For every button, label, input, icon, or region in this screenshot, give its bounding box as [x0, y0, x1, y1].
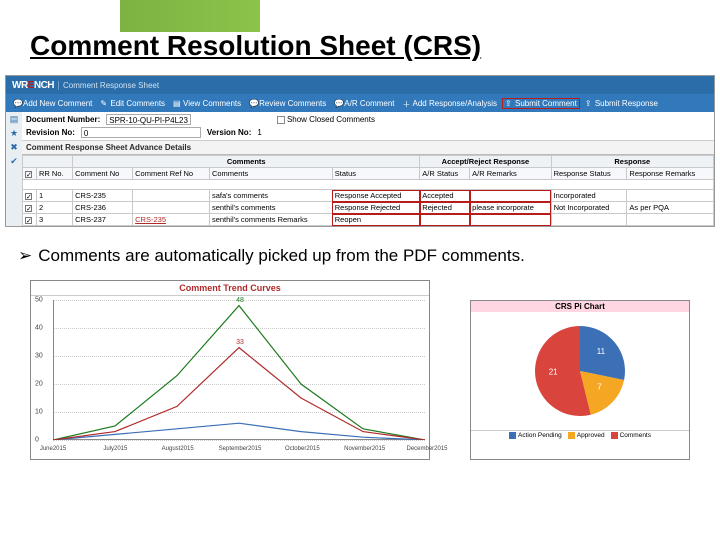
- col-group-blank: [23, 156, 73, 168]
- version-value: 1: [257, 128, 261, 137]
- doc-num-label: Document Number:: [26, 115, 100, 124]
- speech-icon: 💬: [249, 99, 257, 107]
- speech-icon: 💬: [13, 99, 21, 107]
- list-icon: ▤: [173, 99, 181, 107]
- col-group-ar: Accept/Reject Response: [420, 156, 551, 168]
- comments-table: Comments Accept/Reject Response Response…: [22, 155, 714, 226]
- app-window: WRENCH Comment Response Sheet 💬Add New C…: [5, 75, 715, 227]
- col-rstatus[interactable]: Response Status: [551, 168, 627, 180]
- speech-icon: 💬: [334, 99, 342, 107]
- col-arstatus[interactable]: A/R Status: [420, 168, 470, 180]
- submit-comment-button[interactable]: ⇪Submit Comment: [502, 98, 580, 109]
- col-cno[interactable]: Comment No: [73, 168, 133, 180]
- add-response-button[interactable]: ＋Add Response/Analysis: [400, 98, 501, 109]
- table-row[interactable]: 3 CRS-237 CRS-235 senthil's comments Rem…: [23, 214, 714, 226]
- checkbox-icon: [277, 116, 285, 124]
- decor-stripe: [120, 0, 260, 32]
- col-group-response: Response: [551, 156, 713, 168]
- show-closed-checkbox[interactable]: Show Closed Comments: [277, 115, 375, 124]
- review-comments-button[interactable]: 💬Review Comments: [246, 98, 329, 109]
- app-subtitle: Comment Response Sheet: [58, 81, 159, 90]
- line-chart-title: Comment Trend Curves: [31, 281, 429, 296]
- row-check[interactable]: [25, 205, 32, 212]
- toolbar: 💬Add New Comment ✎Edit Comments ▤View Co…: [6, 94, 714, 112]
- pie-chart-title: CRS Pi Chart: [471, 301, 689, 312]
- col-arremarks[interactable]: A/R Remarks: [470, 168, 551, 180]
- doc-icon[interactable]: ▤: [9, 114, 19, 124]
- col-rrno[interactable]: RR No.: [37, 168, 73, 180]
- submit-response-button[interactable]: ⇪Submit Response: [582, 98, 661, 109]
- col-group-comments: Comments: [73, 156, 420, 168]
- revision-field[interactable]: 0: [81, 127, 201, 138]
- version-label: Version No:: [207, 128, 251, 137]
- col-status[interactable]: Status: [332, 168, 420, 180]
- line-chart: Comment Trend Curves 01020304050June2015…: [30, 280, 430, 460]
- pie-legend: Action Pending Approved Comments: [471, 430, 689, 440]
- pie-chart: CRS Pi Chart 11 7 21 Action Pending Approv…: [470, 300, 690, 460]
- col-crefno[interactable]: Comment Ref No: [133, 168, 210, 180]
- add-new-comment-button[interactable]: 💬Add New Comment: [10, 98, 95, 109]
- col-comments[interactable]: Comments: [209, 168, 332, 180]
- pencil-icon: ✎: [100, 99, 108, 107]
- row-check[interactable]: [25, 193, 32, 200]
- filter-row[interactable]: [23, 180, 714, 190]
- revision-label: Revision No:: [26, 128, 75, 137]
- section-title: Comment Response Sheet Advance Details: [22, 141, 714, 155]
- view-comments-button[interactable]: ▤View Comments: [170, 98, 244, 109]
- svg-text:21: 21: [549, 367, 558, 376]
- table-row[interactable]: 2 CRS-236 senthil's comments Response Re…: [23, 202, 714, 214]
- cref-link[interactable]: CRS-235: [135, 215, 166, 224]
- ar-comment-button[interactable]: 💬A/R Comment: [331, 98, 397, 109]
- doc-info: Document Number: SPR-10-QU-PI-P4L23 Show…: [22, 112, 714, 141]
- bookmark-icon[interactable]: ★: [9, 128, 19, 138]
- svg-text:11: 11: [597, 347, 606, 356]
- check-icon[interactable]: ✔: [9, 156, 19, 166]
- app-logo: WRENCH: [12, 80, 54, 91]
- bullet-icon: ➢: [18, 246, 32, 266]
- app-header: WRENCH Comment Response Sheet: [6, 76, 714, 94]
- col-rremarks[interactable]: Response Remarks: [627, 168, 714, 180]
- edit-comments-button[interactable]: ✎Edit Comments: [97, 98, 168, 109]
- table-row[interactable]: 1 CRS-235 safa's comments Response Accep…: [23, 190, 714, 202]
- close-icon[interactable]: ✖: [9, 142, 19, 152]
- slide-title: Comment Resolution Sheet (CRS): [30, 30, 481, 62]
- upload-icon: ⇪: [585, 99, 593, 107]
- bullet-point: ➢ Comments are automatically picked up f…: [18, 246, 525, 266]
- row-check[interactable]: [25, 217, 32, 224]
- col-check[interactable]: [23, 168, 37, 180]
- svg-text:7: 7: [597, 383, 602, 392]
- plus-icon: ＋: [403, 99, 411, 107]
- upload-icon: ⇪: [505, 99, 513, 107]
- side-toolbar: ▤ ★ ✖ ✔: [6, 112, 22, 226]
- doc-num-field: SPR-10-QU-PI-P4L23: [106, 114, 191, 125]
